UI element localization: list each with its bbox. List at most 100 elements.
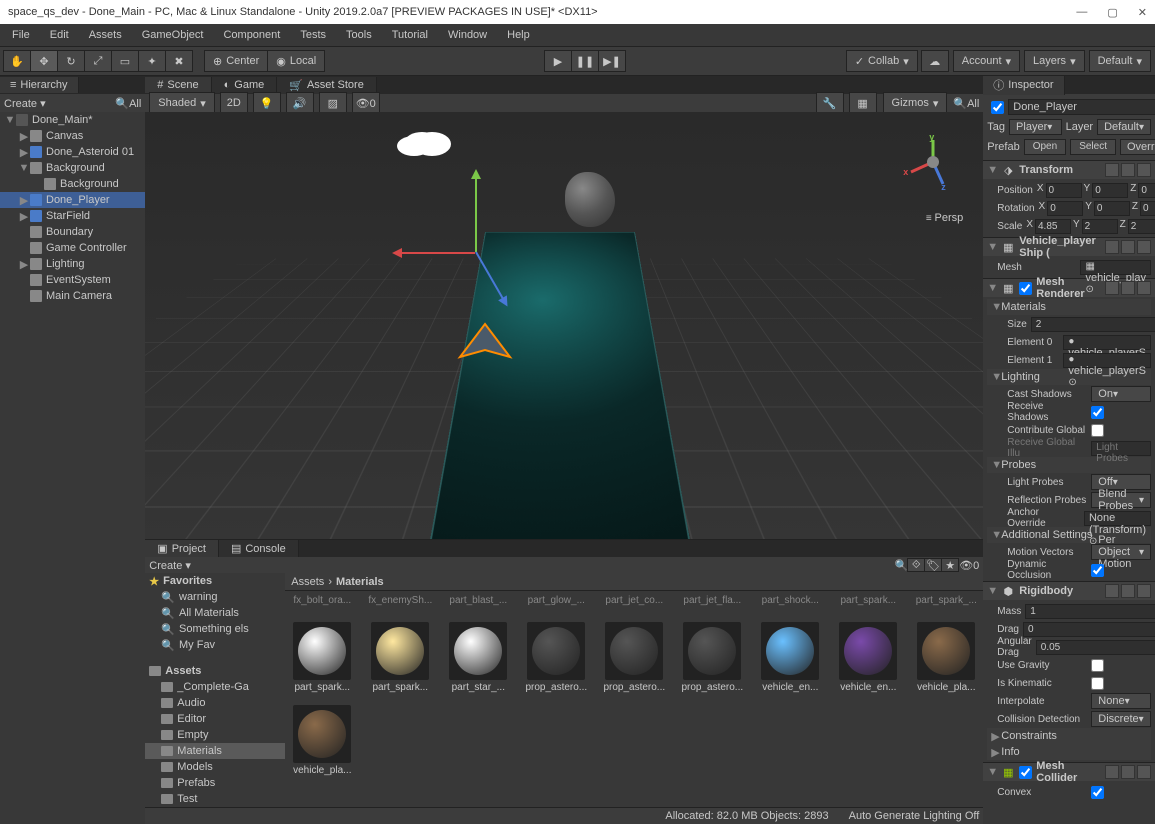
- transform-header[interactable]: ▼⬗ Transform: [983, 161, 1155, 179]
- scale-x-field[interactable]: [1035, 219, 1071, 234]
- motion-vectors-dropdown[interactable]: Per Object Motion ▾: [1091, 544, 1151, 560]
- material-item[interactable]: part_shock...: [757, 595, 823, 606]
- project-filter-icon[interactable]: ⟐: [907, 558, 925, 572]
- lighting-toggle[interactable]: 💡: [253, 92, 281, 114]
- account-dropdown[interactable]: Account▾: [953, 50, 1020, 72]
- favorites-header[interactable]: ★Favorites: [145, 573, 285, 589]
- folder-empty[interactable]: Empty: [145, 727, 285, 743]
- rect-tool-button[interactable]: ▭: [111, 50, 139, 72]
- hierarchy-item-canvas[interactable]: ▶Canvas: [0, 128, 145, 144]
- hierarchy-item-boundary[interactable]: Boundary: [0, 224, 145, 240]
- orientation-gizmo[interactable]: y x z: [903, 132, 963, 192]
- menu-tools[interactable]: Tools: [338, 27, 380, 43]
- rot-y-field[interactable]: [1094, 201, 1130, 216]
- inspector-tab[interactable]: ⓘ Inspector: [983, 76, 1064, 95]
- fx-toggle[interactable]: ▨: [319, 92, 347, 114]
- material-vehicle_en[interactable]: vehicle_en...: [757, 622, 823, 693]
- project-hidden-count[interactable]: 👁0: [959, 559, 979, 572]
- menu-tutorial[interactable]: Tutorial: [384, 27, 436, 43]
- project-breadcrumb[interactable]: Assets › Materials: [285, 573, 983, 591]
- menu-help[interactable]: Help: [499, 27, 538, 43]
- cloud-button[interactable]: ☁: [921, 50, 949, 72]
- rot-z-field[interactable]: [1140, 201, 1155, 216]
- meshrenderer-header[interactable]: ▼▦ Mesh Renderer: [983, 279, 1155, 297]
- material-vehicle_en[interactable]: vehicle_en...: [835, 622, 901, 693]
- project-create-dropdown[interactable]: Create ▾: [149, 559, 191, 572]
- 2d-toggle[interactable]: 2D: [220, 92, 248, 114]
- gameobject-active-checkbox[interactable]: [991, 101, 1004, 114]
- favorite-something-els[interactable]: 🔍Something els: [145, 621, 285, 637]
- breadcrumb-materials[interactable]: Materials: [336, 576, 384, 588]
- folder-test[interactable]: Test: [145, 791, 285, 807]
- shading-mode-dropdown[interactable]: Shaded ▾: [149, 92, 214, 114]
- material-item[interactable]: part_jet_co...: [601, 595, 667, 606]
- scene-root[interactable]: ▼Done_Main*: [0, 112, 145, 128]
- project-search[interactable]: 🔍: [895, 559, 909, 572]
- rigidbody-header[interactable]: ▼⬢ Rigidbody: [983, 582, 1155, 600]
- tab-project[interactable]: ▣ Project: [145, 540, 219, 557]
- hidden-toggle[interactable]: 👁0: [352, 92, 380, 114]
- player-ship-object[interactable]: [455, 322, 515, 365]
- transform-tool-button[interactable]: ✦: [138, 50, 166, 72]
- menu-tests[interactable]: Tests: [292, 27, 334, 43]
- tab-scene[interactable]: # Scene: [145, 77, 211, 93]
- use-gravity-checkbox[interactable]: [1091, 659, 1104, 672]
- mesh-field[interactable]: ▦ vehicle_play ⊙: [1080, 260, 1151, 275]
- receive-shadows-checkbox[interactable]: [1091, 406, 1104, 419]
- material-item[interactable]: fx_enemySh...: [367, 595, 433, 606]
- hierarchy-tree[interactable]: ▼Done_Main* ▶Canvas▶Done_Asteroid 01▼Bac…: [0, 112, 145, 824]
- collision-detection-dropdown[interactable]: Discrete ▾: [1091, 711, 1151, 727]
- scene-view[interactable]: y x z ≡ Persp: [145, 112, 983, 539]
- material-item[interactable]: fx_bolt_ora...: [289, 595, 355, 606]
- status-lighting[interactable]: Auto Generate Lighting Off: [849, 810, 980, 822]
- dynamic-occlusion-checkbox[interactable]: [1091, 564, 1104, 577]
- close-button[interactable]: ✕: [1138, 6, 1147, 19]
- folder-models[interactable]: Models: [145, 759, 285, 775]
- is-kinematic-checkbox[interactable]: [1091, 677, 1104, 690]
- materials-size-field[interactable]: [1031, 317, 1155, 332]
- rot-x-field[interactable]: [1047, 201, 1083, 216]
- inspector-panel[interactable]: Static ▾ Tag Player ▾ Layer Default ▾ Pr…: [983, 94, 1155, 824]
- gizmos-dropdown[interactable]: Gizmos ▾: [883, 92, 948, 114]
- minimize-button[interactable]: —: [1076, 6, 1087, 19]
- material-vehicle_pla[interactable]: vehicle_pla...: [913, 622, 979, 693]
- play-button[interactable]: ▶: [544, 50, 572, 72]
- transform-menu-icon[interactable]: [1137, 163, 1151, 177]
- hierarchy-item-eventsystem[interactable]: EventSystem: [0, 272, 145, 288]
- material-item[interactable]: part_glow_...: [523, 595, 589, 606]
- folder-_complete-ga[interactable]: _Complete-Ga: [145, 679, 285, 695]
- menu-component[interactable]: Component: [215, 27, 288, 43]
- pos-y-field[interactable]: [1092, 183, 1128, 198]
- hierarchy-tab[interactable]: ≡ Hierarchy: [0, 77, 79, 93]
- rotate-tool-button[interactable]: ↻: [57, 50, 85, 72]
- meshfilter-header[interactable]: ▼▦ Vehicle_player Ship (: [983, 238, 1155, 256]
- folder-editor[interactable]: Editor: [145, 711, 285, 727]
- project-filter-label-icon[interactable]: 🏷: [924, 558, 942, 572]
- layout-dropdown[interactable]: Default▾: [1089, 50, 1151, 72]
- meshcollider-enabled-checkbox[interactable]: [1019, 766, 1032, 779]
- menu-file[interactable]: File: [4, 27, 38, 43]
- info-subheader[interactable]: ▶Info: [987, 744, 1151, 760]
- project-filter-star-icon[interactable]: ★: [941, 558, 959, 572]
- pause-button[interactable]: ❚❚: [571, 50, 599, 72]
- scale-z-field[interactable]: [1128, 219, 1155, 234]
- gizmo-x-axis[interactable]: [395, 252, 475, 254]
- scale-tool-button[interactable]: ⤢: [84, 50, 112, 72]
- prefab-open-button[interactable]: Open: [1024, 139, 1066, 155]
- menu-gameobject[interactable]: GameObject: [134, 27, 212, 43]
- snap-button[interactable]: ▦: [849, 92, 877, 114]
- pos-x-field[interactable]: [1046, 183, 1082, 198]
- reflection-probes-dropdown[interactable]: Blend Probes ▾: [1091, 492, 1151, 508]
- breadcrumb-assets[interactable]: Assets: [291, 576, 324, 588]
- hierarchy-item-main-camera[interactable]: Main Camera: [0, 288, 145, 304]
- materials-subheader[interactable]: ▼Materials: [987, 299, 1151, 315]
- mass-field[interactable]: [1025, 604, 1155, 619]
- hierarchy-create-dropdown[interactable]: Create ▾: [4, 97, 46, 110]
- material-item[interactable]: part_spark_...: [913, 595, 979, 606]
- hierarchy-item-background[interactable]: ▼Background: [0, 160, 145, 176]
- material-part_star_[interactable]: part_star_...: [445, 622, 511, 693]
- layers-dropdown[interactable]: Layers▾: [1024, 50, 1085, 72]
- hierarchy-item-done_asteroid-01[interactable]: ▶Done_Asteroid 01: [0, 144, 145, 160]
- assets-header[interactable]: Assets: [145, 663, 285, 679]
- meshrenderer-enabled-checkbox[interactable]: [1019, 282, 1032, 295]
